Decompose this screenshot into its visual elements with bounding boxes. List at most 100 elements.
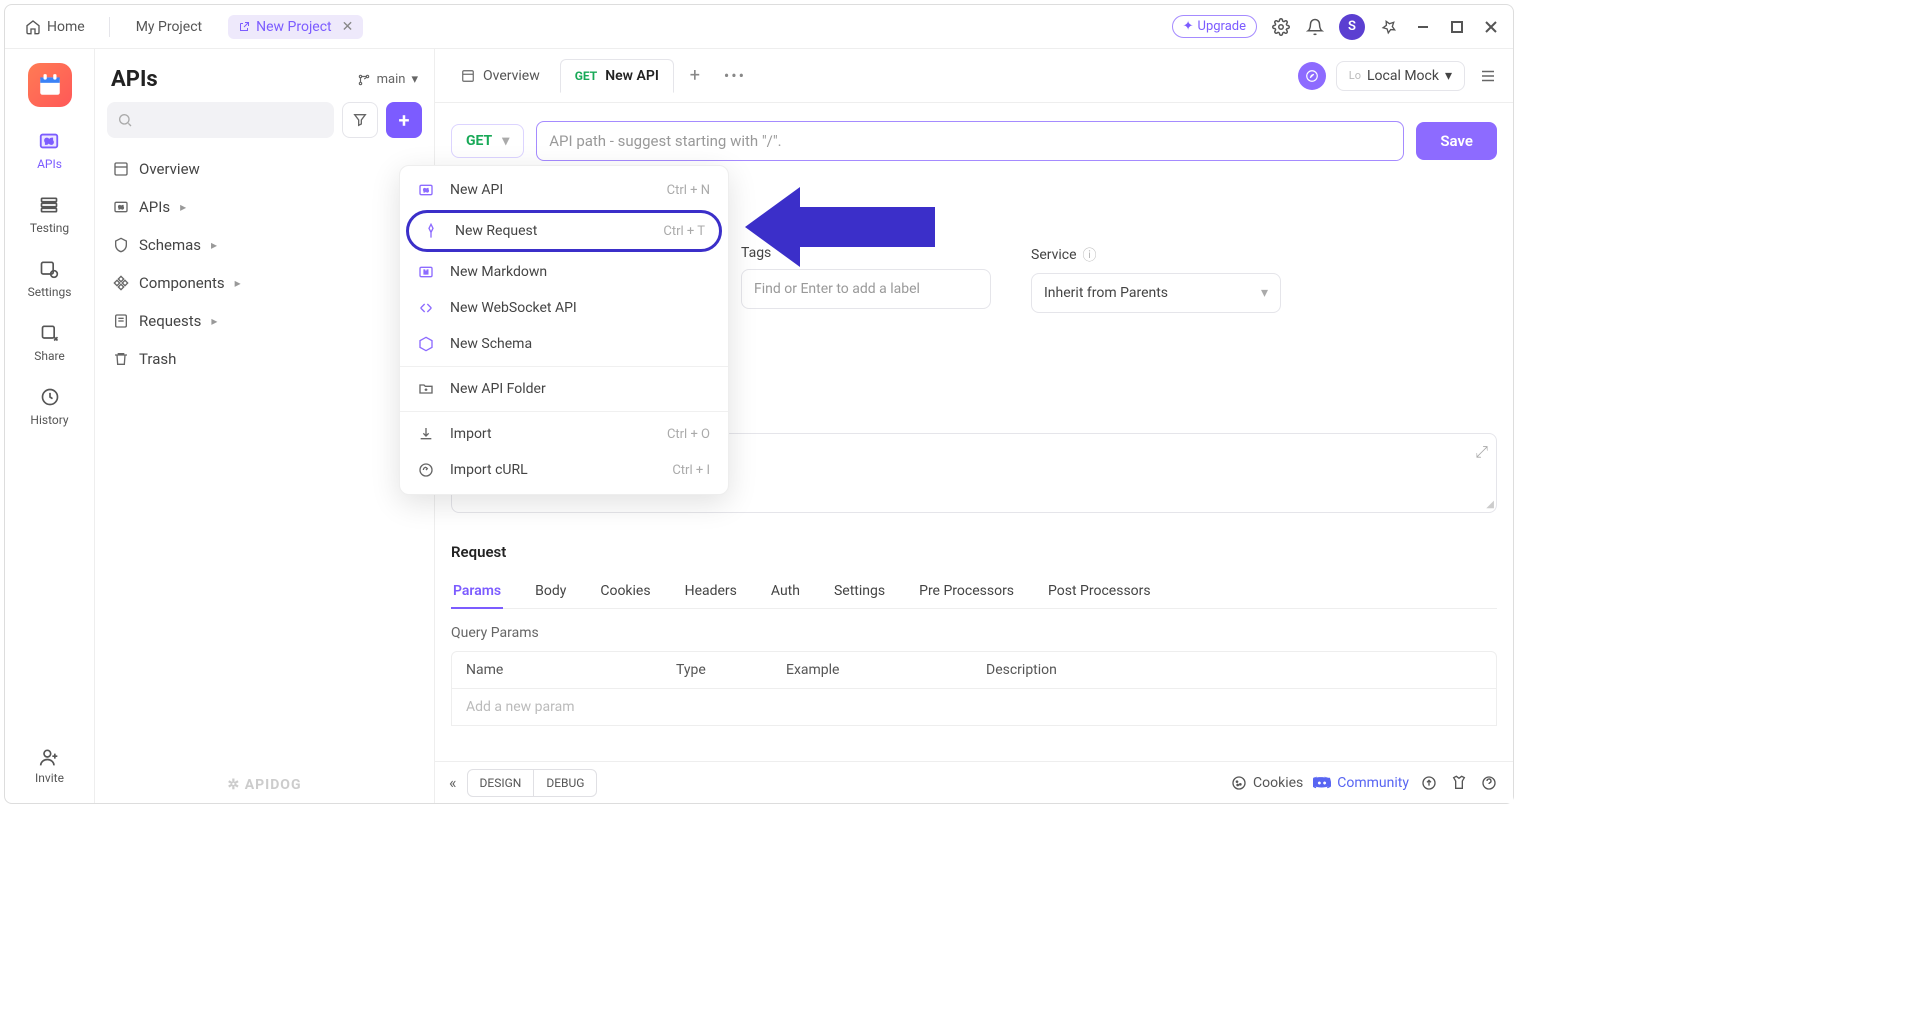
menu-import-curl[interactable]: Import cURL Ctrl + I [400, 452, 728, 488]
req-tab-settings[interactable]: Settings [832, 575, 887, 608]
tree-apis[interactable]: 96 APIs ▸ [103, 190, 426, 224]
menu-new-api[interactable]: 96 New API Ctrl + N [400, 172, 728, 208]
maximize-icon[interactable] [1447, 17, 1467, 37]
menu-import[interactable]: Import Ctrl + O [400, 416, 728, 452]
overview-icon [461, 69, 475, 83]
more-tabs-icon[interactable]: ••• [716, 66, 754, 85]
titlebar-left: Home My Project New Project ✕ [17, 15, 363, 39]
rail-item-share[interactable]: Share [34, 321, 65, 363]
rail-item-invite[interactable]: Invite [35, 747, 64, 785]
menu-new-schema[interactable]: New Schema [400, 326, 728, 362]
mode-debug[interactable]: DEBUG [534, 770, 596, 796]
rail-item-apis[interactable]: 96 APIs [37, 129, 62, 171]
close-icon[interactable]: ✕ [342, 19, 354, 35]
bell-icon[interactable] [1305, 17, 1325, 37]
tree-requests[interactable]: Requests ▸ [103, 304, 426, 338]
search-input[interactable] [107, 102, 334, 138]
gear-icon[interactable] [1271, 17, 1291, 37]
rail-item-history[interactable]: History [30, 385, 68, 427]
service-label: Service ⓘ [1031, 245, 1281, 265]
expand-icon[interactable]: ⤢ [1475, 442, 1488, 462]
brand-footer: ✲ APIDOG [95, 777, 434, 793]
svg-text:96: 96 [423, 188, 429, 194]
tab-label: New Project [256, 19, 332, 35]
discord-icon [1313, 774, 1331, 792]
chevron-down-icon: ▾ [411, 72, 418, 87]
req-tab-post[interactable]: Post Processors [1046, 575, 1153, 608]
req-tab-auth[interactable]: Auth [769, 575, 802, 608]
brand-icon: ✲ [227, 777, 244, 793]
requests-icon [113, 313, 129, 329]
req-tab-headers[interactable]: Headers [683, 575, 739, 608]
request-tabs: Params Body Cookies Headers Auth Setting… [451, 575, 1497, 609]
cookie-icon [1231, 775, 1247, 791]
plus-icon: + [399, 108, 410, 132]
resize-icon[interactable]: ◢ [1486, 499, 1494, 510]
rail-item-testing[interactable]: Testing [30, 193, 69, 235]
menu-button[interactable] [1475, 63, 1501, 89]
home-button[interactable]: Home [17, 15, 93, 39]
content-tabs: Overview GET New API + ••• Lo Local Mock… [435, 49, 1513, 103]
query-params-title: Query Params [451, 625, 1497, 641]
tree-overview[interactable]: Overview [103, 152, 426, 186]
tab-new-api[interactable]: GET New API [560, 59, 674, 93]
window-close-icon[interactable] [1481, 17, 1501, 37]
tree-label: Schemas [139, 236, 201, 254]
req-tab-cookies[interactable]: Cookies [598, 575, 652, 608]
components-icon [113, 275, 129, 291]
add-tab-button[interactable]: + [680, 61, 710, 91]
tab-new-project[interactable]: New Project ✕ [228, 15, 363, 39]
tree-trash[interactable]: Trash [103, 342, 426, 376]
mode-design[interactable]: DESIGN [468, 770, 535, 796]
share-icon [38, 321, 62, 345]
tab-label: Overview [483, 68, 540, 84]
menu-new-markdown[interactable]: M New Markdown [400, 254, 728, 290]
upgrade-button[interactable]: ✦ Upgrade [1172, 15, 1257, 38]
menu-new-folder[interactable]: New API Folder [400, 371, 728, 407]
add-param-row[interactable]: Add a new param [451, 689, 1497, 726]
run-button[interactable] [1298, 62, 1326, 90]
chevron-right-icon: ▸ [235, 276, 241, 290]
titlebar: Home My Project New Project ✕ ✦ Upgrade … [5, 5, 1513, 49]
folder-icon [418, 381, 436, 397]
branch-selector[interactable]: main ▾ [357, 72, 418, 87]
tree-schemas[interactable]: Schemas ▸ [103, 228, 426, 262]
community-link[interactable]: Community [1313, 774, 1409, 792]
tab-my-project[interactable]: My Project [126, 15, 212, 39]
rail-item-settings[interactable]: Settings [28, 257, 72, 299]
req-tab-params[interactable]: Params [451, 575, 503, 609]
branch-icon [357, 73, 371, 87]
tree-components[interactable]: Components ▸ [103, 266, 426, 300]
apis-icon: 96 [37, 129, 61, 153]
service-select[interactable]: Inherit from Parents ▾ [1031, 273, 1281, 313]
col-example: Example [786, 662, 986, 678]
svg-text:96: 96 [45, 137, 53, 146]
pin-icon[interactable] [1379, 17, 1399, 37]
help-icon[interactable] [1479, 773, 1499, 793]
rail-label: History [30, 413, 68, 427]
tree-label: APIs [139, 198, 170, 216]
help-icon[interactable]: ⓘ [1083, 245, 1097, 265]
avatar[interactable]: S [1339, 14, 1365, 40]
url-input[interactable]: API path - suggest starting with "/". [536, 121, 1404, 161]
shirt-icon[interactable] [1449, 773, 1469, 793]
environment-selector[interactable]: Lo Local Mock ▾ [1336, 61, 1465, 91]
filter-button[interactable] [342, 102, 378, 138]
req-tab-pre[interactable]: Pre Processors [917, 575, 1016, 608]
req-tab-body[interactable]: Body [533, 575, 568, 608]
cookies-link[interactable]: Cookies [1231, 775, 1303, 791]
method-selector[interactable]: GET ▾ [451, 124, 524, 158]
env-prefix: Lo [1349, 69, 1361, 82]
add-button[interactable]: + [386, 102, 422, 138]
app-logo[interactable] [28, 63, 72, 107]
mode-toggle: DESIGN DEBUG [467, 769, 598, 797]
collapse-button[interactable]: « [449, 773, 457, 792]
tab-overview[interactable]: Overview [447, 60, 554, 92]
menu-new-websocket[interactable]: New WebSocket API [400, 290, 728, 326]
minimize-icon[interactable] [1413, 17, 1433, 37]
request-title: Request [451, 543, 1497, 561]
menu-new-request[interactable]: New Request Ctrl + T [406, 210, 722, 252]
save-button[interactable]: Save [1416, 122, 1497, 160]
rail-label: Share [34, 349, 65, 363]
upload-icon[interactable] [1419, 773, 1439, 793]
